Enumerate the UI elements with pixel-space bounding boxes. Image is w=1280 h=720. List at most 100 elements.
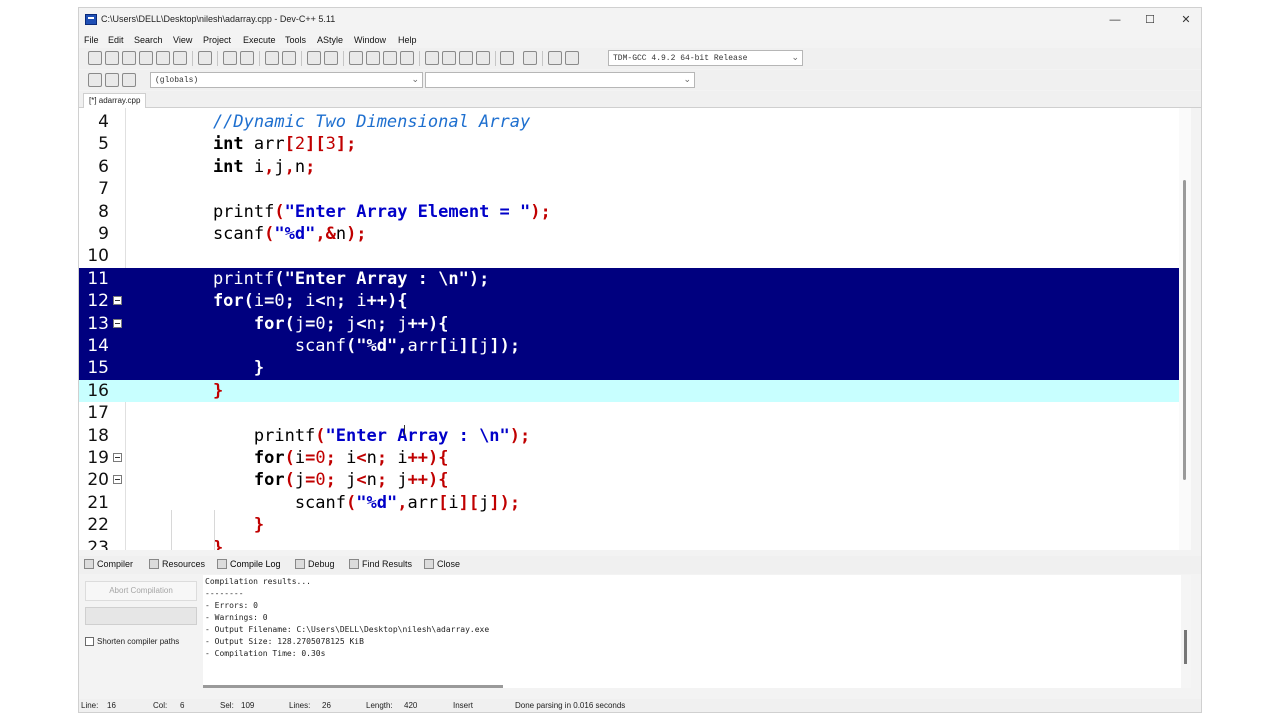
tab-compiler[interactable]: Compiler <box>84 559 133 569</box>
tab-find-results[interactable]: Find Results <box>349 559 412 569</box>
menu-project[interactable]: Project <box>203 35 231 45</box>
symbol-select[interactable]: ⌄ <box>425 72 695 88</box>
code-line[interactable]: 18 printf("Enter Array : \n"); <box>79 425 1191 447</box>
code-line[interactable]: 19 for(i=0; i<n; i++){ <box>79 447 1191 469</box>
code-text: } <box>172 380 223 402</box>
close-file-icon[interactable] <box>156 51 170 65</box>
code-token: ][ <box>458 492 480 513</box>
new-file-icon[interactable] <box>88 51 102 65</box>
checkbox-box[interactable] <box>85 637 94 646</box>
code-line[interactable]: 5 int arr[2][3]; <box>79 133 1191 155</box>
code-line[interactable]: 13 for(j=0; j<n; j++){ <box>79 312 1191 335</box>
code-line[interactable]: 4 //Dynamic Two Dimensional Array <box>79 111 1191 133</box>
fold-toggle-icon[interactable] <box>113 475 122 485</box>
code-token: ; <box>325 470 336 491</box>
code-text: } <box>172 357 264 379</box>
code-line[interactable]: 23 } <box>79 537 1191 550</box>
replace-icon[interactable] <box>282 51 296 65</box>
fold-toggle-icon[interactable] <box>113 453 122 462</box>
code-line[interactable]: 11 printf("Enter Array : \n"); <box>79 267 1191 291</box>
code-line[interactable]: 7 <box>79 178 1191 200</box>
scope-select[interactable]: (globals) ⌄ <box>150 72 423 88</box>
tab-compile-log[interactable]: Compile Log <box>217 559 281 569</box>
tab-debug[interactable]: Debug <box>295 559 335 569</box>
menu-execute[interactable]: Execute <box>243 35 276 45</box>
log-scrollbar-thumb[interactable] <box>1184 630 1187 664</box>
code-line[interactable]: 9 scanf("%d",&n); <box>79 223 1191 245</box>
grid-icon[interactable] <box>459 51 473 65</box>
toggle-bookmark-icon[interactable] <box>105 73 119 87</box>
code-token: i <box>448 492 459 513</box>
close-button[interactable]: ✕ <box>1174 11 1198 29</box>
print-icon[interactable] <box>198 51 212 65</box>
minimize-button[interactable]: — <box>1103 11 1127 29</box>
compile-run-icon[interactable] <box>565 51 579 65</box>
open-file-icon[interactable] <box>105 51 119 65</box>
compiler-select[interactable]: TDM-GCC 4.9.2 64-bit Release ⌄ <box>608 50 803 66</box>
save-icon[interactable] <box>122 51 136 65</box>
menu-file[interactable]: File <box>84 35 99 45</box>
toggle-comment-icon[interactable] <box>383 51 397 65</box>
new-project-icon[interactable] <box>425 51 439 65</box>
save-all-icon[interactable] <box>139 51 153 65</box>
tab-close[interactable]: Close <box>424 559 460 569</box>
code-editor[interactable]: 4 //Dynamic Two Dimensional Array 5 int a… <box>79 108 1191 550</box>
code-line[interactable]: 10 <box>79 245 1191 267</box>
code-line[interactable]: 16 } <box>79 379 1191 403</box>
window-icon[interactable] <box>442 51 456 65</box>
code-token: j <box>335 313 357 334</box>
code-line[interactable]: 21 scanf("%d",arr[i][j]); <box>79 492 1191 514</box>
code-line[interactable]: 8 printf("Enter Array Element = "); <box>79 201 1191 223</box>
indent-icon[interactable] <box>349 51 363 65</box>
code-line[interactable]: 17 <box>79 402 1191 424</box>
fold-toggle-icon[interactable] <box>113 296 122 306</box>
code-line[interactable]: 14 scanf("%d",arr[i][j]); <box>79 335 1191 358</box>
find-icon[interactable] <box>265 51 279 65</box>
code-line[interactable]: 15 } <box>79 357 1191 380</box>
goto-bookmark-icon[interactable] <box>122 73 136 87</box>
insert-icon[interactable] <box>88 73 102 87</box>
editor-scrollbar-thumb[interactable] <box>1183 180 1186 480</box>
code-token: 0 <box>315 448 326 468</box>
tab-resources[interactable]: Resources <box>149 559 205 569</box>
close-all-icon[interactable] <box>173 51 187 65</box>
compile-log-output[interactable]: Compilation results... -------- - Errors… <box>203 575 1191 688</box>
unindent-icon[interactable] <box>366 51 380 65</box>
undo-icon[interactable] <box>223 51 237 65</box>
code-line[interactable]: 6 int i,j,n; <box>79 156 1191 178</box>
menu-window[interactable]: Window <box>354 35 386 45</box>
fold-toggle-icon[interactable] <box>113 318 122 328</box>
goto-line-icon[interactable] <box>307 51 321 65</box>
code-token: [ <box>438 492 449 513</box>
log-scrollbar[interactable] <box>1181 575 1191 688</box>
layout-icon[interactable] <box>476 51 490 65</box>
menu-astyle[interactable]: AStyle <box>317 35 343 45</box>
code-token: ; <box>376 448 388 468</box>
abort-compilation-button[interactable]: Abort Compilation <box>85 581 197 601</box>
log-horizontal-scrollbar[interactable] <box>203 685 503 688</box>
shorten-paths-checkbox[interactable]: Shorten compiler paths <box>85 637 179 646</box>
profile-chart-icon[interactable] <box>548 51 562 65</box>
editor-scrollbar[interactable] <box>1179 108 1191 550</box>
file-tab-adarray[interactable]: [*] adarray.cpp <box>83 93 147 108</box>
status-col: 6 <box>180 701 185 710</box>
code-line[interactable]: 20 for(j=0; j<n; j++){ <box>79 469 1191 491</box>
delete-icon[interactable] <box>523 51 537 65</box>
bookmark-icon[interactable] <box>324 51 338 65</box>
menu-edit[interactable]: Edit <box>108 35 124 45</box>
check-syntax-icon[interactable] <box>500 51 514 65</box>
menu-help[interactable]: Help <box>398 35 417 45</box>
menu-view[interactable]: View <box>173 35 192 45</box>
maximize-button[interactable]: ☐ <box>1138 11 1162 29</box>
redo-icon[interactable] <box>240 51 254 65</box>
scope-select-value: (globals) <box>155 76 199 85</box>
code-token: } <box>172 537 224 550</box>
code-token: ,& <box>315 224 336 244</box>
code-line[interactable]: 12 for(i=0; i<n; i++){ <box>79 290 1191 313</box>
menu-search[interactable]: Search <box>134 35 163 45</box>
class-browser-icon[interactable] <box>400 51 414 65</box>
menu-tools[interactable]: Tools <box>285 35 306 45</box>
code-line[interactable]: 22 } <box>79 514 1191 536</box>
window-title: C:\Users\DELL\Desktop\nilesh\adarray.cpp… <box>101 14 336 24</box>
code-token: for <box>172 291 244 312</box>
